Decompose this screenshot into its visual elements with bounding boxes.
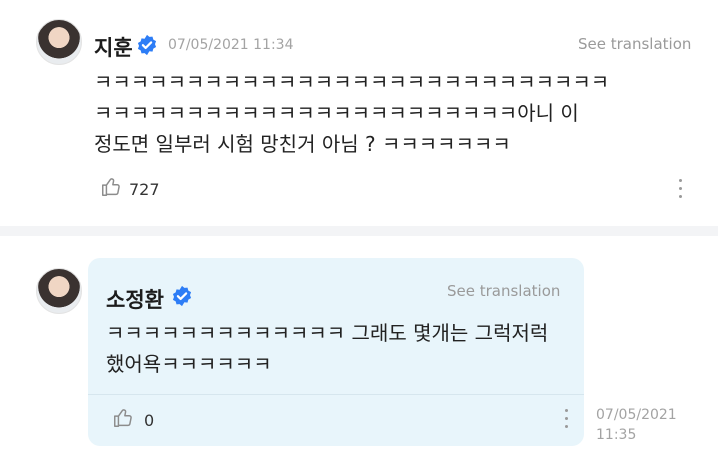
reply-body: ㅋㅋㅋㅋㅋㅋㅋㅋㅋㅋㅋㅋㅋ 그래도 몇개는 그럭저럭 했어욕ㅋㅋㅋㅋㅋㅋ (106, 318, 576, 380)
verified-badge-icon (172, 285, 192, 307)
reply-date: 07/05/2021 (596, 407, 677, 423)
reply-footer-divider (88, 394, 584, 395)
reply-timestamp: 07/05/2021 11:35 (596, 405, 677, 445)
avatar-jihoon[interactable] (36, 19, 82, 65)
thumbs-up-icon[interactable] (100, 176, 122, 198)
comment-body-line: 정도면 일부러 시험 망친거 아님 ? ㅋㅋㅋㅋㅋㅋㅋ (94, 132, 511, 156)
reply-body-line: 했어욕ㅋㅋㅋㅋㅋㅋ (106, 352, 272, 376)
more-vertical-icon[interactable] (677, 179, 683, 201)
reply-time: 11:35 (596, 427, 637, 443)
comment-divider (0, 226, 718, 236)
see-translation-link[interactable]: See translation (447, 282, 560, 300)
comment-body: ㅋㅋㅋㅋㅋㅋㅋㅋㅋㅋㅋㅋㅋㅋㅋㅋㅋㅋㅋㅋㅋㅋㅋㅋㅋㅋㅋㅋ ㅋㅋㅋㅋㅋㅋㅋㅋㅋㅋㅋ… (94, 67, 694, 160)
reply-like-count: 0 (144, 411, 155, 430)
comment-timestamp: 07/05/2021 11:34 (168, 37, 294, 53)
see-translation-link[interactable]: See translation (578, 35, 691, 53)
verified-badge-icon (137, 34, 157, 56)
comment-body-line: ㅋㅋㅋㅋㅋㅋㅋㅋㅋㅋㅋㅋㅋㅋㅋㅋㅋㅋㅋㅋㅋㅋㅋ아니 이 (94, 101, 579, 125)
comment-body-line: ㅋㅋㅋㅋㅋㅋㅋㅋㅋㅋㅋㅋㅋㅋㅋㅋㅋㅋㅋㅋㅋㅋㅋㅋㅋㅋㅋㅋ (94, 70, 610, 94)
thumbs-up-icon[interactable] (112, 407, 134, 429)
like-count: 727 (129, 180, 160, 199)
more-vertical-icon[interactable] (563, 409, 569, 431)
reply-author-name[interactable]: 소정환 (106, 284, 164, 314)
reply-body-line: ㅋㅋㅋㅋㅋㅋㅋㅋㅋㅋㅋㅋㅋ 그래도 몇개는 그럭저럭 (106, 321, 549, 345)
comment-author-name[interactable]: 지훈 (94, 32, 133, 62)
avatar-reply-author[interactable] (36, 268, 82, 314)
